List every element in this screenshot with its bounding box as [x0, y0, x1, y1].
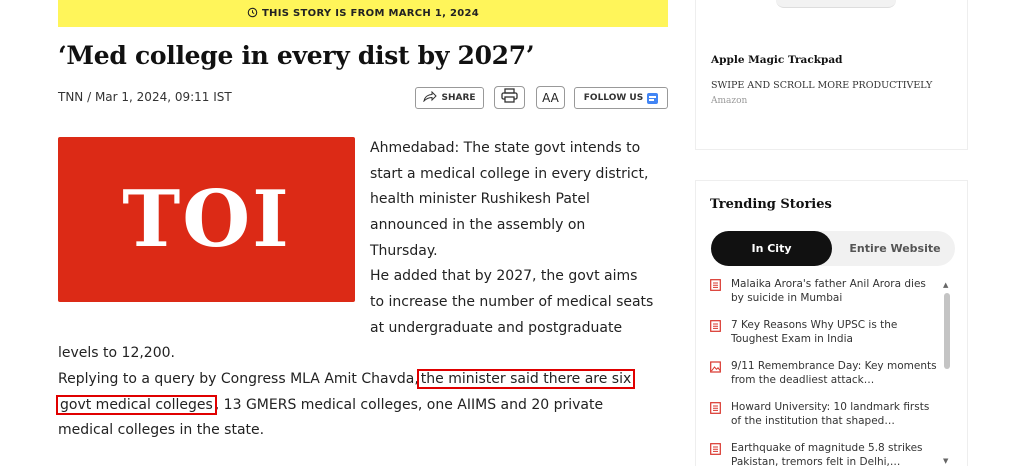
article-line: start a medical college in every distric…: [370, 166, 649, 182]
scroll-down-arrow-icon[interactable]: ▼: [943, 457, 948, 465]
list-item[interactable]: Malaika Arora's father Anil Arora dies b…: [710, 277, 942, 318]
list-item[interactable]: 7 Key Reasons Why UPSC is the Toughest E…: [710, 318, 942, 359]
trending-item-text: 7 Key Reasons Why UPSC is the Toughest E…: [731, 319, 898, 345]
trending-stories-widget: Trending Stories In City Entire Website …: [695, 180, 968, 466]
story-date-banner: THIS STORY IS FROM MARCH 1, 2024: [58, 0, 668, 27]
font-size-button[interactable]: AA: [536, 86, 565, 109]
article-line: announced in the assembly on: [370, 217, 586, 233]
trending-item-text: 9/11 Remembrance Day: Key moments from t…: [731, 360, 937, 386]
article-icon: [710, 402, 721, 414]
trending-item-text: Earthquake of magnitude 5.8 strikes Paki…: [731, 442, 923, 466]
article-line: levels to 12,200.: [58, 345, 175, 361]
article-icon: [710, 443, 721, 455]
article-line: Thursday.: [370, 243, 438, 259]
highlighted-text: govt medical colleges: [56, 395, 217, 415]
follow-us-button[interactable]: FOLLOW US: [574, 87, 668, 109]
article-line: govt medical colleges, 13 GMERS medical …: [56, 393, 604, 419]
trending-item-text: Malaika Arora's father Anil Arora dies b…: [731, 278, 926, 304]
trending-item-text: Howard University: 10 landmark firsts of…: [731, 401, 930, 427]
article-line: Replying to a query by Congress MLA Amit…: [58, 367, 636, 393]
google-news-icon: [647, 92, 659, 104]
article-line: He added that by 2027, the govt aims: [370, 268, 638, 284]
tab-entire-website[interactable]: Entire Website: [835, 231, 955, 266]
product-image: [776, 0, 896, 8]
scroll-up-arrow-icon[interactable]: ▲: [943, 281, 948, 289]
product-ad-card[interactable]: Apple Magic Trackpad SWIPE AND SCROLL MO…: [695, 0, 968, 150]
list-item[interactable]: 9/11 Remembrance Day: Key moments from t…: [710, 359, 942, 400]
trending-heading: Trending Stories: [710, 197, 832, 212]
share-label: SHARE: [441, 93, 476, 103]
article-text: Replying to a query by Congress MLA Amit…: [58, 371, 419, 387]
print-button[interactable]: [494, 86, 525, 109]
article-line: at undergraduate and postgraduate: [370, 320, 623, 336]
scrollbar-thumb[interactable]: [944, 293, 950, 369]
article-line: to increase the number of medical seats: [370, 294, 654, 310]
trending-tabs: In City Entire Website: [711, 231, 955, 266]
photo-icon: [710, 361, 721, 373]
list-item[interactable]: Earthquake of magnitude 5.8 strikes Paki…: [710, 441, 942, 466]
article-text: , 13 GMERS medical colleges, one AIIMS a…: [214, 397, 604, 413]
article-line: medical colleges in the state.: [58, 422, 265, 438]
list-item[interactable]: Howard University: 10 landmark firsts of…: [710, 400, 942, 441]
article-line: health minister Rushikesh Patel: [370, 191, 590, 207]
share-icon: [423, 90, 438, 105]
follow-label: FOLLOW US: [583, 93, 644, 103]
toi-logo-image: TOI: [58, 137, 355, 302]
printer-icon: [501, 88, 518, 107]
clock-history-icon: [247, 7, 258, 21]
article-icon: [710, 279, 721, 291]
ad-subtitle: SWIPE AND SCROLL MORE PRODUCTIVELY: [711, 80, 933, 91]
highlighted-text: the minister said there are six: [416, 369, 636, 389]
tab-in-city[interactable]: In City: [711, 231, 832, 266]
ad-title[interactable]: Apple Magic Trackpad: [711, 54, 843, 66]
ad-source: Amazon: [711, 96, 748, 106]
trending-list: Malaika Arora's father Anil Arora dies b…: [710, 277, 942, 466]
share-button[interactable]: SHARE: [415, 87, 484, 109]
trending-scrollbar[interactable]: ▲ ▼: [943, 281, 951, 466]
article-line: Ahmedabad: The state govt intends to: [370, 140, 641, 156]
article-byline: TNN / Mar 1, 2024, 09:11 IST: [58, 90, 232, 104]
article-icon: [710, 320, 721, 332]
banner-text: THIS STORY IS FROM MARCH 1, 2024: [261, 8, 480, 19]
article-title: ‘Med college in every dist by 2027’: [58, 41, 535, 70]
